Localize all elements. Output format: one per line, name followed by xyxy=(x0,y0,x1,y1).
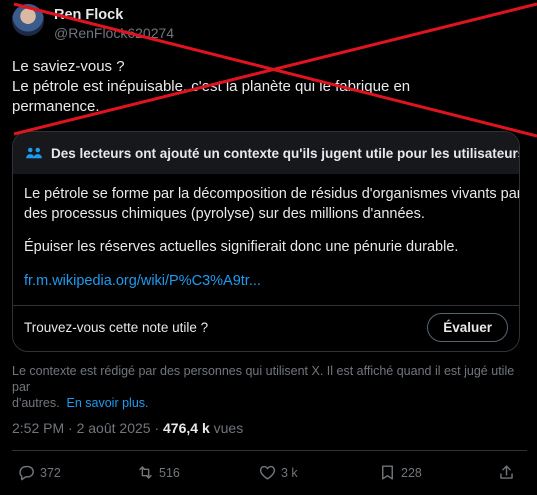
bookmark-button[interactable]: 228 xyxy=(378,463,422,482)
author-name[interactable]: Ren Flock xyxy=(54,7,123,23)
community-note: Des lecteurs ont ajouté un contexte qu'i… xyxy=(12,131,520,352)
note-source-link[interactable]: fr.m.wikipedia.org/wiki/P%C3%A9tr... xyxy=(24,273,261,289)
actions-divider xyxy=(12,450,527,451)
note-rating-question: Trouvez-vous cette note utile ? xyxy=(24,320,209,335)
views-count: 476,4 k xyxy=(163,420,210,436)
community-note-body: Le pétrole se forme par la décomposition… xyxy=(24,184,520,257)
tweet-line: Le pétrole est inépuisable, c'est la pla… xyxy=(12,78,411,95)
reply-icon xyxy=(19,465,34,481)
learn-more-link[interactable]: En savoir plus. xyxy=(67,396,149,410)
tweet-date[interactable]: 2 août 2025 xyxy=(77,420,151,436)
author-handle[interactable]: @RenFlock620274 xyxy=(54,25,174,41)
tweet-line: Le saviez-vous ? xyxy=(12,58,125,75)
rate-note-button[interactable]: Évaluer xyxy=(427,313,508,342)
heart-icon xyxy=(259,465,276,480)
repost-icon xyxy=(139,466,152,479)
note-divider xyxy=(13,305,519,306)
reply-count: 372 xyxy=(40,465,61,480)
share-icon xyxy=(500,465,513,479)
reply-button[interactable]: 372 xyxy=(17,463,61,482)
share-button[interactable] xyxy=(497,463,520,482)
note-paragraph: Épuiser les réserves actuelles signifier… xyxy=(24,239,459,255)
like-button[interactable]: 3 k xyxy=(258,463,298,482)
repost-count: 516 xyxy=(159,465,180,480)
tweet-meta: 2:52 PM · 2 août 2025 · 476,4 k vues xyxy=(12,420,243,436)
community-note-title: Des lecteurs ont ajouté un contexte qu'i… xyxy=(51,145,520,161)
tweet-text: Le saviez-vous ? Le pétrole est inépuisa… xyxy=(12,57,527,117)
people-icon xyxy=(26,147,42,159)
disclaimer-line: d'autres. xyxy=(12,396,60,410)
bookmark-icon xyxy=(382,465,393,480)
avatar[interactable] xyxy=(12,4,44,36)
meta-separator: · xyxy=(68,420,73,436)
note-paragraph-line: des processus chimiques (pyrolyse) sur d… xyxy=(24,206,425,222)
meta-separator: · xyxy=(154,420,160,436)
note-disclaimer: Le contexte est rédigé par des personnes… xyxy=(12,363,527,411)
bookmark-count: 228 xyxy=(401,465,422,480)
tweet-line: permanence. xyxy=(12,98,100,115)
like-count: 3 k xyxy=(281,465,298,480)
action-bar: 372 516 3 k 228 xyxy=(0,463,537,485)
community-note-header: Des lecteurs ont ajouté un contexte qu'i… xyxy=(13,132,519,174)
views-label: vues xyxy=(213,420,244,436)
tweet-time[interactable]: 2:52 PM xyxy=(12,420,64,436)
repost-button[interactable]: 516 xyxy=(136,463,180,482)
disclaimer-line: Le contexte est rédigé par des personnes… xyxy=(12,364,515,394)
note-paragraph-line: Le pétrole se forme par la décomposition… xyxy=(24,186,520,202)
